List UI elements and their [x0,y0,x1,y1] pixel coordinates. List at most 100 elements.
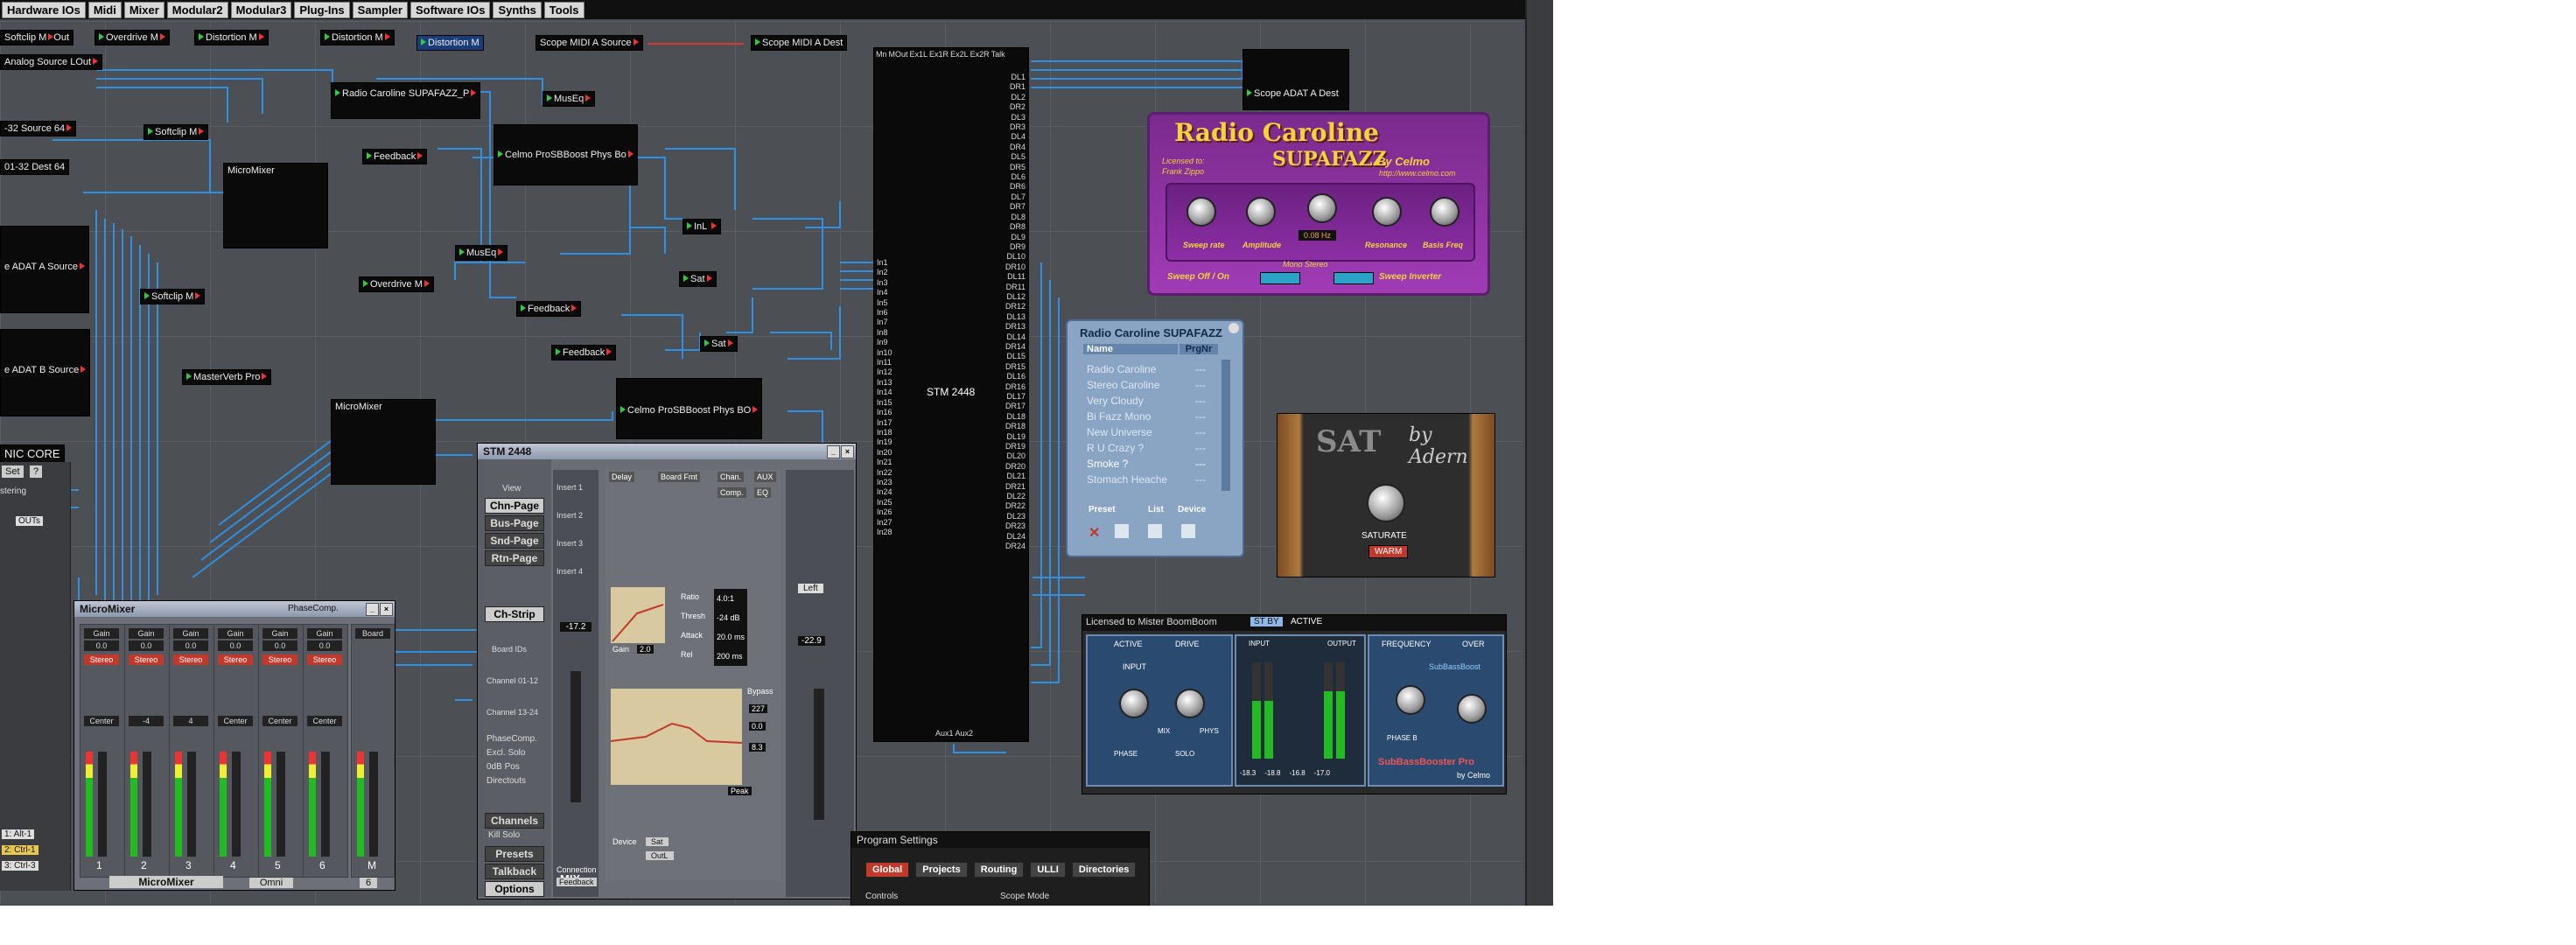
eq-gain-value[interactable]: 0.0 [749,722,766,731]
tab-routing[interactable]: Routing [973,862,1025,878]
module-adat-b-source[interactable]: e ADAT B Source [0,329,91,416]
device-out-value[interactable]: OutL [646,851,674,860]
stm-output-port[interactable]: DL12 [1005,292,1026,302]
stm-output-port[interactable]: DR1 [1005,82,1026,92]
presets-button[interactable]: Presets [485,846,544,862]
preset-scrollbar[interactable] [1222,360,1230,491]
stm-output-port[interactable]: DR20 [1005,462,1026,472]
menu-plug-ins[interactable]: Plug-Ins [294,1,350,18]
tab-directories[interactable]: Directories [1071,862,1137,878]
active-button[interactable]: ACTIVE [1287,617,1326,626]
stm-input-port[interactable]: In18 [877,428,892,438]
stm-output-port[interactable]: DR21 [1005,482,1026,492]
menu-midi[interactable]: Midi [88,1,122,18]
insert-4[interactable]: Insert 4 [556,557,583,585]
pan-value[interactable]: Center [262,716,298,726]
module-feedback-2[interactable]: Feedback [516,301,582,317]
stm-port-talk[interactable]: Talk [991,50,1005,64]
stm-output-port[interactable]: DR4 [1005,143,1026,152]
stm-output-port[interactable]: DR16 [1005,382,1026,392]
menu-mixer[interactable]: Mixer [123,1,164,18]
thresh-value[interactable]: -24 dB [714,608,748,627]
module-radio-caroline[interactable]: Radio Caroline SUPAFAZZ_P [331,82,481,119]
basis-freq-knob[interactable] [1430,197,1460,227]
module-phys-boost-2[interactable]: Celmo ProSBBoost Phys BO [616,378,763,439]
attack-value[interactable]: 20.0 ms [714,627,748,647]
module-stm2448[interactable]: Mn MOut Ex1L Ex1R Ex2L Ex2R Talk STM 244… [873,47,1029,742]
stm-input-port[interactable]: In4 [877,288,892,298]
stm-port-mout[interactable]: MOut [889,50,908,64]
stm-input-port[interactable]: In26 [877,508,892,517]
stm-output-port[interactable]: DR14 [1005,342,1026,352]
stm-input-port[interactable]: In21 [877,458,892,467]
master-fader[interactable] [369,752,378,857]
stm-output-port[interactable]: DL17 [1005,392,1026,402]
ratio-value[interactable]: 4.0:1 [714,589,748,608]
channel-fader[interactable] [276,752,285,857]
alt-shortcut[interactable]: 1: Alt-1 [2,830,35,839]
module-sat-2[interactable]: Sat [700,336,738,352]
warm-button[interactable]: WARM [1368,545,1409,558]
module-dest-64[interactable]: 01-32 Dest 64 [0,159,70,175]
stm-input-port[interactable]: In28 [877,528,892,537]
stm-output-port[interactable]: DR13 [1005,322,1026,332]
resonance-knob[interactable] [1372,197,1402,227]
ch-strip-button[interactable]: Ch-Strip [485,606,544,622]
stm-output-port[interactable]: DR11 [1005,283,1026,292]
tab-global[interactable]: Global [865,862,910,878]
drive-knob[interactable] [1175,689,1205,718]
stm-output-port[interactable]: DL1 [1005,73,1026,82]
module-source-64[interactable]: -32 Source 64 [0,121,77,136]
stm-output-port[interactable]: DR6 [1005,182,1026,192]
delay-button[interactable]: Delay [609,472,635,482]
stm-port-ex2l[interactable]: Ex2L [950,50,969,64]
stm-input-port[interactable]: In12 [877,368,892,377]
insert-1[interactable]: Insert 1 [556,473,583,501]
release-value[interactable]: 200 ms [714,647,748,666]
stm-output-port[interactable]: DR18 [1005,422,1026,431]
outs-button[interactable]: OUTs [16,516,43,526]
stm-input-port[interactable]: In15 [877,398,892,408]
menu-modular3[interactable]: Modular3 [230,1,292,18]
module-micromixer-2[interactable]: MicroMixer [331,399,436,485]
col-prg-header[interactable]: PrgNr [1180,344,1218,354]
stm-output-port[interactable]: DL19 [1005,432,1026,442]
stm-port-ex1l[interactable]: Ex1L [910,50,928,64]
module-masterverb[interactable]: MasterVerb Pro [182,369,272,385]
sweep-inverter-button[interactable] [1334,272,1374,284]
stm-output-port[interactable]: DR22 [1005,501,1026,511]
sweep-rate-knob[interactable] [1186,197,1216,227]
gain-value[interactable]: 0.0 [84,640,119,651]
channel-fader[interactable] [98,752,107,857]
stm-output-port[interactable]: DL2 [1005,93,1026,102]
delete-icon[interactable]: ✕ [1088,524,1102,541]
stm-output-port[interactable]: DR2 [1005,102,1026,112]
module-scope-midi-source[interactable]: Scope MIDI A Source [536,35,643,51]
stm-output-port[interactable]: DR23 [1005,522,1026,531]
rtn-page-button[interactable]: Rtn-Page [485,550,544,566]
eq-bypass-label[interactable]: Bypass [747,687,774,696]
stereo-button[interactable]: Stereo [307,654,342,665]
stm-output-port[interactable]: DL20 [1005,452,1026,461]
preset-list-item[interactable]: Radio Caroline --- [1087,363,1218,375]
eq-peak-type[interactable]: Peak [728,787,752,795]
stm-output-port[interactable]: DL18 [1005,412,1026,422]
minimize-button[interactable]: _ [366,603,379,616]
pan-value[interactable]: Center [307,716,342,726]
stm-port-ex1r[interactable]: Ex1R [929,50,948,64]
stm-input-port[interactable]: In24 [877,487,892,497]
gain-value[interactable]: 0.0 [129,640,164,651]
stm-output-port[interactable]: DR5 [1005,163,1026,172]
stm-output-port[interactable]: DR17 [1005,402,1026,411]
stm-titlebar[interactable]: STM 2448 _ × [478,444,856,459]
stereo-button[interactable]: Stereo [129,654,164,665]
stm-input-port[interactable]: In17 [877,418,892,428]
directouts-option[interactable]: Directouts [486,774,537,788]
stm-input-port[interactable]: In14 [877,388,892,397]
input-knob[interactable] [1119,689,1149,718]
gain-value[interactable]: 0.0 [173,640,208,651]
module-scope-midi-dest[interactable]: Scope MIDI A Dest [751,35,848,51]
module-museq-2[interactable]: MusEq [455,245,508,261]
preset-list-item[interactable]: New Universe --- [1087,426,1218,438]
channel-fader[interactable] [570,671,581,802]
